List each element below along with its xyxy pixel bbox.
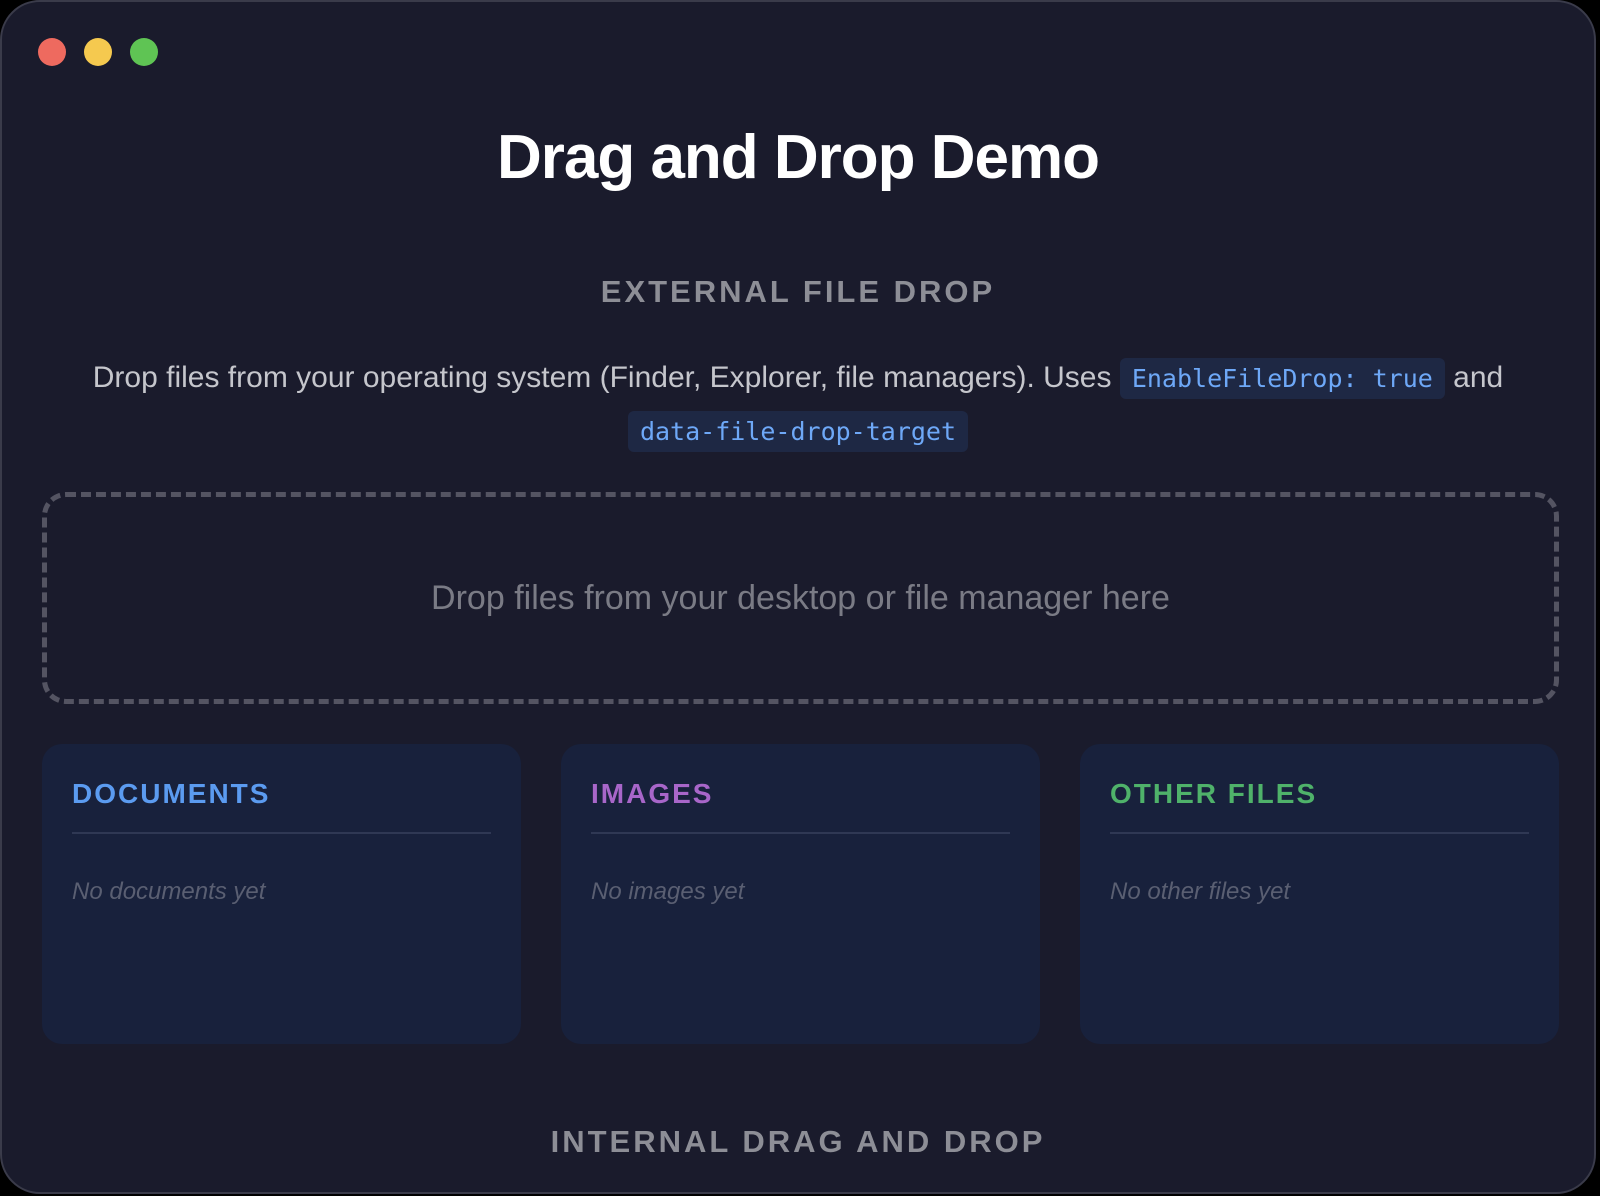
external-file-drop-heading: EXTERNAL FILE DROP: [600, 274, 996, 309]
other-files-empty-text: No other files yet: [1110, 878, 1291, 905]
documents-card[interactable]: DOCUMENTS No documents yet: [42, 744, 521, 1044]
file-category-cards: DOCUMENTS No documents yet IMAGES No ima…: [42, 744, 1559, 1044]
internal-drag-and-drop-heading: INTERNAL DRAG AND DROP: [550, 1124, 1046, 1159]
code-enable-file-drop: EnableFileDrop: true: [1119, 358, 1445, 399]
external-file-drop-description: Drop files from your operating system (F…: [32, 352, 1564, 458]
description-text-prefix: Drop files from your operating system (F…: [92, 361, 1120, 394]
documents-empty-text: No documents yet: [72, 878, 266, 905]
images-empty-text: No images yet: [591, 878, 745, 905]
description-text-middle: and: [1444, 361, 1504, 394]
other-files-card[interactable]: OTHER FILES No other files yet: [1080, 744, 1559, 1044]
close-window-button[interactable]: [38, 38, 66, 66]
images-card[interactable]: IMAGES No images yet: [561, 744, 1040, 1044]
drop-zone-text: Drop files from your desktop or file man…: [431, 578, 1170, 617]
minimize-window-button[interactable]: [84, 38, 112, 66]
documents-card-title: DOCUMENTS: [72, 776, 491, 834]
window-controls: [38, 38, 158, 66]
other-files-card-title: OTHER FILES: [1110, 776, 1529, 834]
app-window: Drag and Drop Demo EXTERNAL FILE DROP Dr…: [0, 0, 1596, 1194]
page-title: Drag and Drop Demo: [496, 123, 1100, 192]
maximize-window-button[interactable]: [130, 38, 158, 66]
images-card-title: IMAGES: [591, 776, 1010, 834]
code-data-file-drop-target: data-file-drop-target: [627, 411, 969, 452]
file-drop-zone[interactable]: Drop files from your desktop or file man…: [42, 492, 1559, 704]
